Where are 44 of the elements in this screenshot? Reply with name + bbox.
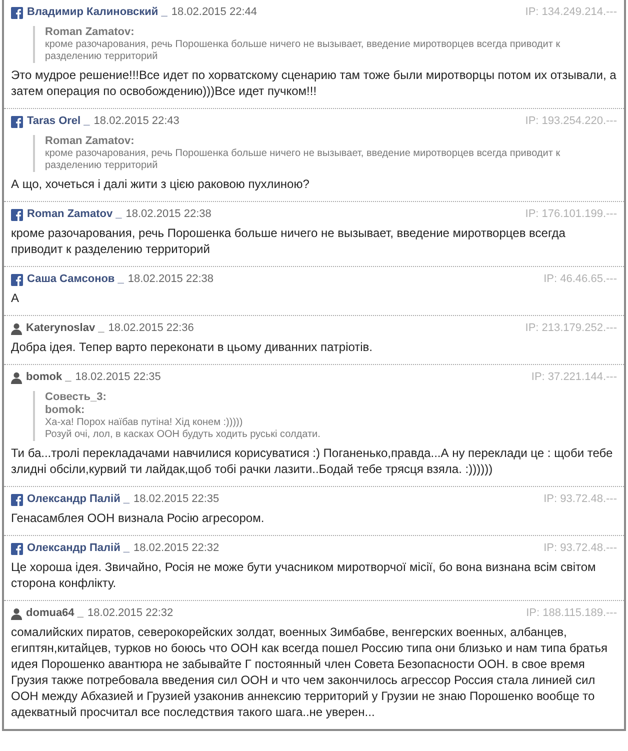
comment-text: кроме разочарования, речь Порошенка больше ничего не вызывает, введение миротворцев всегда приводит к разделению территорий <box>11 225 566 257</box>
quote-author: Совесть_3: <box>45 391 108 404</box>
author-name[interactable]: Taras Orel _ <box>27 114 90 129</box>
ip-address: IP: 37.221.144.--- <box>531 370 617 385</box>
ip-address: IP: 46.46.65.--- <box>544 272 617 287</box>
author-name[interactable]: Roman Zamatov _ <box>27 207 122 222</box>
author-name[interactable]: Владимир Калиновский _ <box>27 5 168 20</box>
comment-date: 18.02.2015 22:32 <box>134 541 220 556</box>
author-name[interactable]: Олександр Палій _ <box>27 492 130 507</box>
comment-date: 18.02.2015 22:35 <box>75 370 161 385</box>
quote-text: кроме разочарования, речь Порошенка больше ничего не вызывает, введение миротворцев всегда приводит к разделению территорий <box>45 39 562 63</box>
author-name[interactable]: Katerynoslav _ <box>26 321 104 336</box>
comment-date: 18.02.2015 22:44 <box>171 5 257 20</box>
author-name[interactable]: bomok _ <box>26 370 72 385</box>
ip-address: IP: 193.254.220.--- <box>525 114 617 129</box>
comment-text: Генасамблея ООН визнала Росію агресором. <box>11 510 266 526</box>
ip-address: IP: 188.115.189.--- <box>526 606 617 621</box>
quote-author: Roman Zamatov: <box>45 26 136 39</box>
comment-text: Добра ідея. Тепер варто переконати в цьому диванних патріотів. <box>11 339 374 355</box>
comment-date: 18.02.2015 22:38 <box>126 207 212 222</box>
quote-author: Roman Zamatov: <box>45 135 136 148</box>
quote-text: кроме разочарования, речь Порошенка больше ничего не вызывает, введение миротворцев всегда приводит к разделению территорий <box>45 148 562 172</box>
ip-address: IP: 93.72.48.--- <box>544 541 617 556</box>
quote-text: Розуй очі, лол, в касках ООН будуть ходить руські солдати. <box>45 429 322 441</box>
ip-address: IP: 176.101.199.--- <box>525 207 617 222</box>
comment-text: Це хороша ідея. Звичайно, Росія не може бути учасником миротворчої місії, бо вона визнана всім світом сторона конфлікту. <box>11 559 597 591</box>
comment-text: сомалийских пиратов, северокорейских золдат, военных Зимбабве, венгерских военных, албанцев, египтян,китайцев, турков но боюсь что ООН как всегда пошел Россию типа они близько и нам типа братья идея Порошенко авантюра не забывайте Г постоянный член Совета Безопасности ООН. в свое время Грузия также потребовала введения сил ООН и что чем закончилось агрессор Россия стала линией сил ООН между Абхазией и Грузией узаконив аннексию территорий у Грузии не знаю Порошенко вообще то адекватный просчитал все последствия такого шага..не уверен... <box>11 624 609 720</box>
comment-text: Ти ба...тролі перекладачами навчилися корисуватися :) Поганенько,правда...А ну переклади це : щоби тебе злидні обсіли,курвий ти лайдак,щоб тобі рачки лазити..Бодай тебе трясця взяла. :)))))) <box>11 445 614 477</box>
comment-date: 18.02.2015 22:32 <box>87 606 174 621</box>
comment-date: 18.02.2015 22:36 <box>108 321 194 336</box>
quote-author: bomok: <box>45 404 86 417</box>
comment-text: Это мудрое решение!!!Все идет по хорватскому сценарию там тоже были миротворцы потом их отзывали, а затем операция по освобождению)))Все идет пучком!!! <box>11 67 617 99</box>
comment-date: 18.02.2015 22:43 <box>94 114 180 129</box>
comment-text: А <box>11 290 20 306</box>
author-name[interactable]: Саша Самсонов _ <box>27 272 124 287</box>
ip-address: IP: 93.72.48.--- <box>544 492 617 507</box>
comment-date: 18.02.2015 22:38 <box>128 272 214 287</box>
comment-text: А що, хочеться і далі жити з цією раковою пухлиною? <box>11 176 310 192</box>
ip-address: IP: 213.179.252.--- <box>525 321 617 336</box>
quote-text: Ха-ха! Порох наїбав путіна! Хід конем :))))) <box>45 417 244 429</box>
author-name[interactable]: Олександр Палій _ <box>27 541 130 556</box>
ip-address: IP: 134.249.214.--- <box>525 5 617 20</box>
author-name[interactable]: domua64 _ <box>26 606 84 621</box>
comment-date: 18.02.2015 22:35 <box>134 492 220 507</box>
